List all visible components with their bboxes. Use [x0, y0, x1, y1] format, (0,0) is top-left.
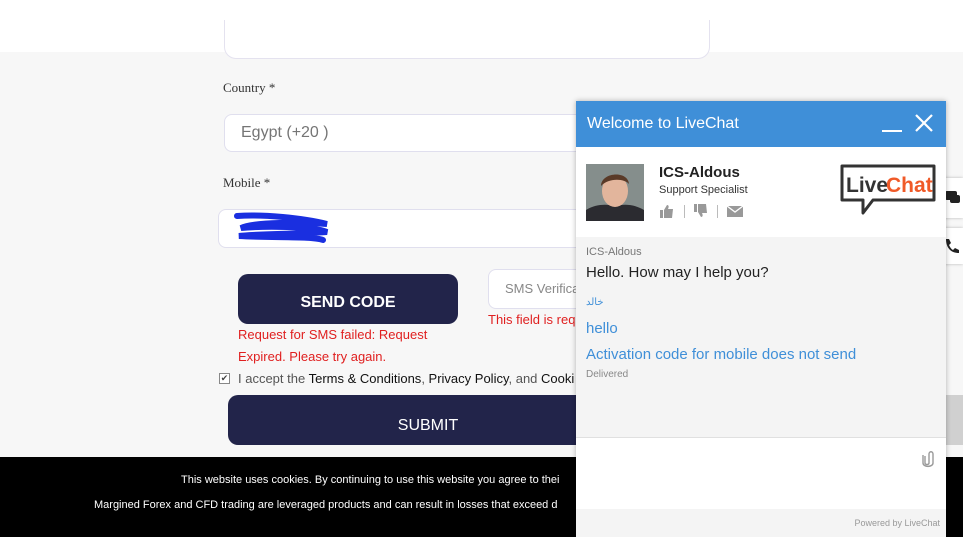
chat-message-input[interactable] [576, 437, 946, 510]
mobile-input[interactable] [218, 209, 618, 248]
side-scroll-tab[interactable] [944, 395, 963, 445]
accept-terms-checkbox[interactable]: ✔ [219, 373, 230, 384]
chat-header: Welcome to LiveChat [576, 101, 946, 147]
submit-button[interactable]: SUBMIT [228, 395, 628, 445]
visitor-message: hello [586, 320, 618, 337]
mobile-label: Mobile * [223, 175, 271, 190]
terms-conditions-link[interactable]: Terms & Conditions [309, 371, 422, 386]
country-label: Country * [223, 80, 276, 95]
country-select[interactable]: Egypt (+20 ) [224, 114, 624, 152]
agent-role: Support Specialist [659, 184, 748, 196]
agent-name: ICS-Aldous [659, 164, 740, 181]
paperclip-icon[interactable] [921, 450, 935, 468]
minimize-icon[interactable] [881, 111, 903, 135]
cookie-policy-link[interactable]: Cooki [541, 371, 574, 386]
close-icon[interactable] [913, 111, 935, 135]
visitor-name: خالد [586, 297, 604, 308]
privacy-policy-link[interactable]: Privacy Policy [429, 371, 509, 386]
livechat-widget: Welcome to LiveChat ICS-Aldous Support S… [576, 101, 946, 537]
redaction-scribble [234, 212, 329, 243]
sms-field-error: This field is req [488, 312, 576, 327]
livechat-logo: Live Chat [840, 164, 936, 215]
terms-text: I accept the Terms & Conditions, Privacy… [238, 371, 574, 386]
cookie-notice-text: This website uses cookies. By continuing… [181, 474, 560, 486]
sms-failed-message-line1: Request for SMS failed: Request [238, 327, 428, 342]
agent-avatar [586, 164, 644, 221]
terms-separator: , [421, 371, 429, 386]
thumbs-down-icon[interactable] [693, 203, 709, 219]
terms-separator-and: , and [508, 371, 542, 386]
chat-messages: ICS-Aldous Hello. How may I help you? خا… [576, 237, 946, 437]
send-code-button[interactable]: SEND CODE [238, 274, 458, 324]
message-status: Delivered [586, 369, 629, 380]
chat-footer: Powered by LiveChat [576, 509, 946, 537]
agent-message: Hello. How may I help you? [586, 264, 769, 281]
terms-prefix: I accept the [238, 371, 309, 386]
email-icon[interactable] [726, 203, 744, 219]
thumbs-up-icon[interactable] [659, 203, 675, 219]
svg-text:Live: Live [846, 174, 888, 197]
previous-input-field[interactable] [224, 20, 710, 59]
agent-info: ICS-Aldous Support Specialist Live Chat [576, 147, 946, 237]
message-author: ICS-Aldous [586, 246, 642, 258]
powered-by-link[interactable]: Powered by LiveChat [854, 518, 940, 528]
visitor-message: Activation code for mobile does not send [586, 346, 857, 363]
chat-title: Welcome to LiveChat [587, 115, 739, 132]
risk-warning-text: Margined Forex and CFD trading are lever… [94, 499, 558, 511]
sms-failed-message-line2: Expired. Please try again. [238, 349, 387, 364]
svg-text:Chat: Chat [886, 174, 933, 197]
